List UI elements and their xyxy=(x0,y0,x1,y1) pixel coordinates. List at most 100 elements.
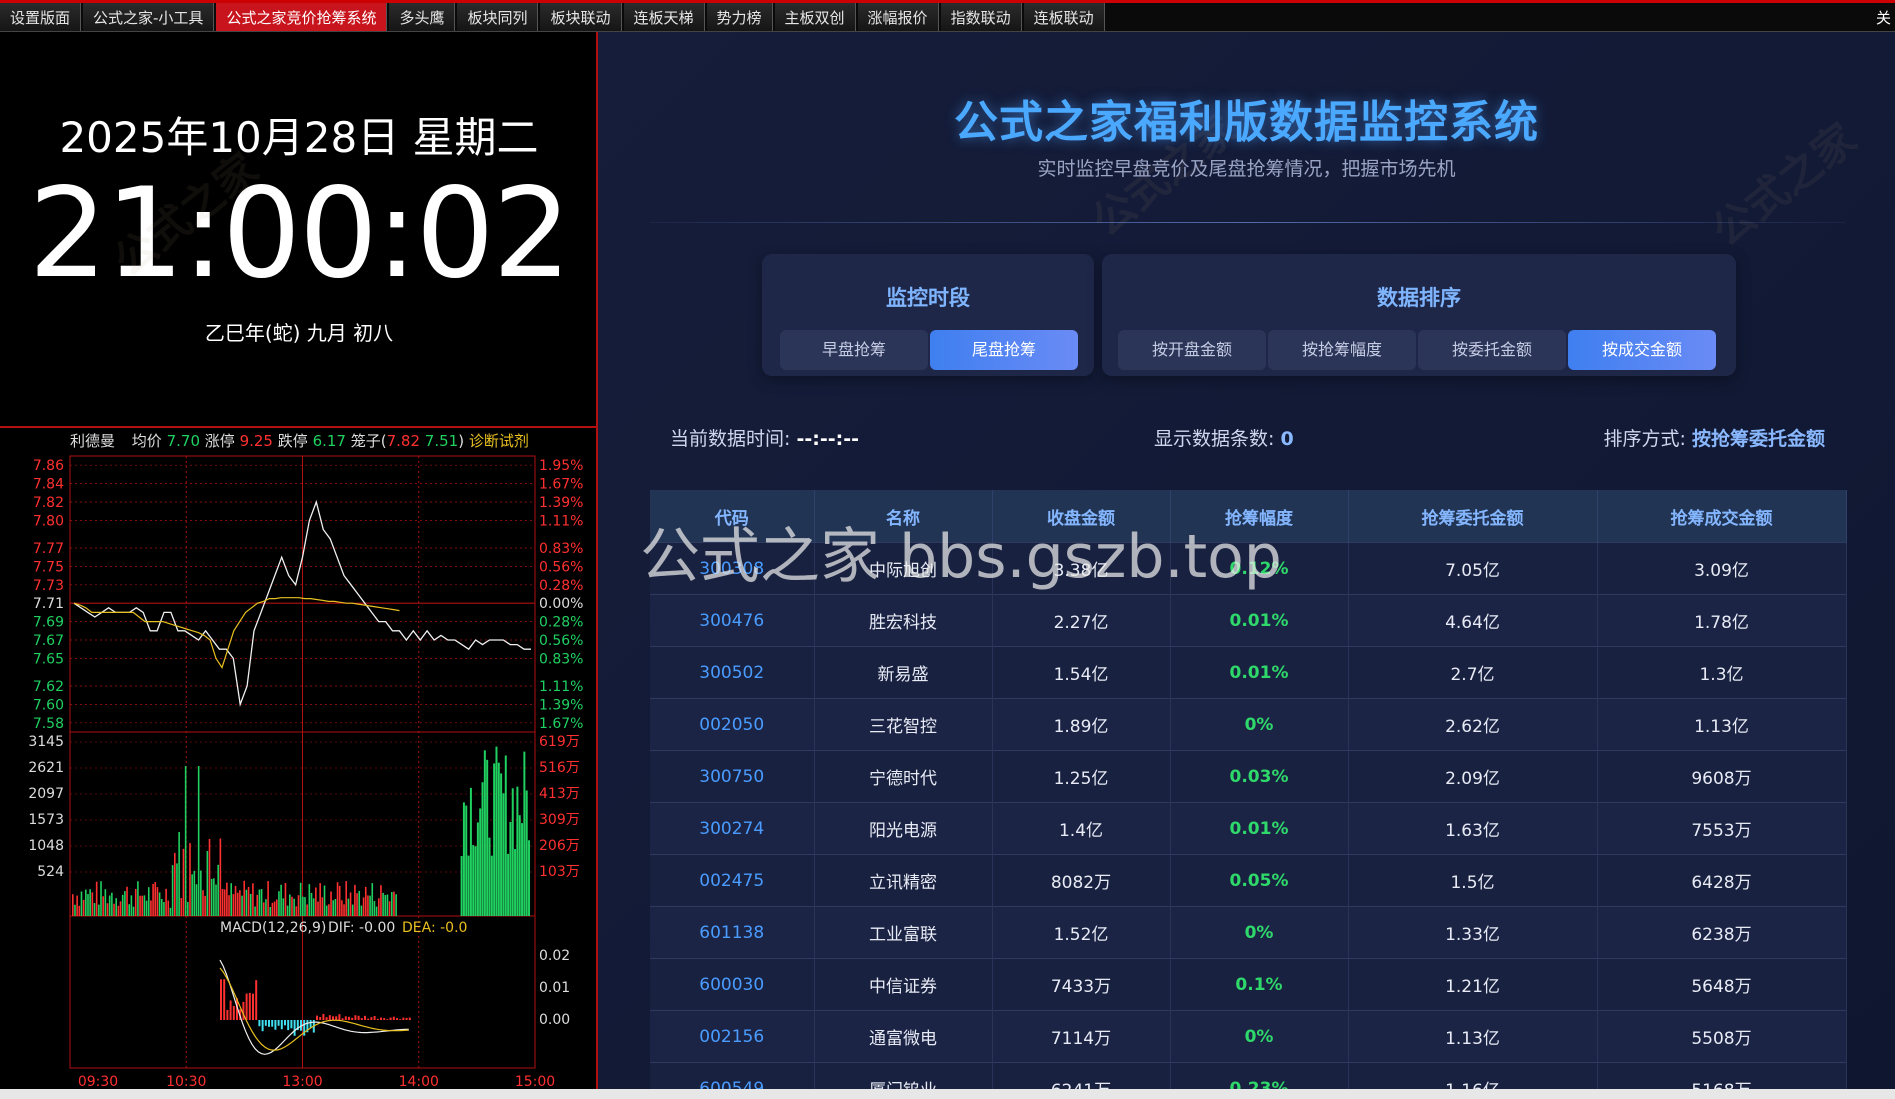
volume-bar xyxy=(87,894,89,916)
volume-bar xyxy=(377,898,380,916)
table-row[interactable]: 300476 胜宏科技 2.27亿 0.01% 4.64亿 1.78亿 xyxy=(650,594,1847,647)
macd-bar xyxy=(405,1017,408,1020)
macd-bar xyxy=(252,993,254,1020)
volume-bar xyxy=(284,882,287,916)
tab-tools[interactable]: 公式之家-小工具 xyxy=(83,3,215,31)
volume-bar xyxy=(156,887,159,916)
price-tick-label: 7.60 xyxy=(33,697,64,713)
tab-layout-settings[interactable]: 设置版面 xyxy=(0,3,82,31)
sort-box: 数据排序 按开盘金额 按抢筹幅度 按委托金额 按成交金额 xyxy=(1102,254,1736,376)
cell-code[interactable]: 002050 xyxy=(650,698,815,751)
table-row[interactable]: 300502 新易盛 1.54亿 0.01% 2.7亿 1.3亿 xyxy=(650,646,1847,699)
table-row[interactable]: 002475 立讯精密 8082万 0.05% 1.5亿 6428万 xyxy=(650,854,1847,907)
macd-bar xyxy=(223,979,226,1020)
cell-close-amount: 1.89亿 xyxy=(992,698,1171,751)
tab-index-link[interactable]: 指数联动 xyxy=(940,3,1022,31)
intraday-chart-panel[interactable]: 利德曼 均价 7.70 涨停 9.25 跌停 6.17 笼子(7.82 7.51… xyxy=(0,426,598,1089)
volume-bar xyxy=(169,907,172,916)
pct-tick-label: 0.83% xyxy=(539,541,583,557)
volume-bar xyxy=(500,773,503,916)
volume-bar xyxy=(504,755,507,916)
column-header-trade-amount[interactable]: 抢筹成交金额 xyxy=(1597,490,1847,543)
volume-bar xyxy=(245,889,248,916)
cell-trade-amount: 7553万 xyxy=(1597,802,1847,855)
macd-bar xyxy=(284,1020,286,1026)
cell-code[interactable]: 300308 xyxy=(650,542,815,595)
column-header-name[interactable]: 名称 xyxy=(814,490,993,543)
tab-sector-link[interactable]: 板块联动 xyxy=(540,3,622,31)
volume-bar xyxy=(126,886,128,916)
table-row[interactable]: 002156 通富微电 7114万 0% 1.13亿 5508万 xyxy=(650,1010,1847,1063)
cell-code[interactable]: 300274 xyxy=(650,802,815,855)
cell-code[interactable]: 300476 xyxy=(650,594,815,647)
table-row[interactable]: 600549厦门钨业6241万0.23%1.16亿5168万 xyxy=(650,1062,1847,1089)
tab-sector-list[interactable]: 板块同列 xyxy=(457,3,539,31)
cell-code[interactable]: 300750 xyxy=(650,750,815,803)
volume-bar xyxy=(395,894,397,916)
volume-bar xyxy=(481,782,484,916)
volume-bar xyxy=(373,901,376,916)
pct-tick-label: 0.56% xyxy=(539,559,583,575)
volume-bar xyxy=(247,886,250,916)
volume-bar xyxy=(384,895,387,916)
table-row[interactable]: 300274 阳光电源 1.4亿 0.01% 1.63亿 7553万 xyxy=(650,802,1847,855)
column-header-order-amount[interactable]: 抢筹委托金额 xyxy=(1348,490,1598,543)
volume-bar xyxy=(269,907,272,916)
page-subtitle: 实时监控早盘竞价及尾盘抢筹情况，把握市场先机 xyxy=(1037,158,1456,180)
cell-name: 中信证券 xyxy=(814,958,993,1011)
cell-code[interactable]: 300502 xyxy=(650,646,815,699)
cell-name: 阳光电源 xyxy=(814,802,993,855)
closing-grab-button[interactable]: 尾盘抢筹 xyxy=(930,330,1078,370)
morning-grab-button[interactable]: 早盘抢筹 xyxy=(780,330,928,370)
volume-bar xyxy=(369,895,371,916)
volume-bar xyxy=(358,890,361,916)
column-header-close-amount[interactable]: 收盘金额 xyxy=(992,490,1171,543)
table-row[interactable]: 002050 三花智控 1.89亿 0% 2.62亿 1.13亿 xyxy=(650,698,1847,751)
macd-bar xyxy=(364,1015,366,1020)
cell-close-amount: 7433万 xyxy=(992,958,1171,1011)
sort-by-open-amount-button[interactable]: 按开盘金额 xyxy=(1118,330,1266,370)
sort-by-trade-amount-button[interactable]: 按成交金额 xyxy=(1568,330,1716,370)
cell-code[interactable]: 600030 xyxy=(650,958,815,1011)
volume-bar xyxy=(278,891,280,916)
cell-code[interactable]: 601138 xyxy=(650,906,815,959)
macd-bar xyxy=(322,1013,325,1020)
cell-code[interactable]: 002156 xyxy=(650,1010,815,1063)
volume-bar xyxy=(147,887,150,916)
macd-dif-label: DIF: -0.00 xyxy=(328,920,395,936)
price-tick-label: 7.75 xyxy=(33,559,64,575)
cell-code[interactable]: 600549 xyxy=(650,1062,815,1089)
tab-gain-quote[interactable]: 涨幅报价 xyxy=(857,3,939,31)
sort-by-order-amount-button[interactable]: 按委托金额 xyxy=(1418,330,1566,370)
macd-dea-label: DEA: -0.0 xyxy=(402,920,467,936)
tab-power-rank[interactable]: 势力榜 xyxy=(706,3,773,31)
volume-bar xyxy=(223,889,226,916)
macd-bar xyxy=(376,1018,379,1020)
macd-bar xyxy=(280,1020,283,1030)
table-row[interactable]: 300308 中际旭创 3.38亿 0.12% 7.05亿 3.09亿 xyxy=(650,542,1847,595)
price-tick-label: 7.73 xyxy=(33,578,64,594)
volume-bar xyxy=(525,790,528,916)
sort-by-grab-pct-button[interactable]: 按抢筹幅度 xyxy=(1268,330,1416,370)
volume-bar xyxy=(490,855,493,916)
tab-limit-ladder[interactable]: 连板天梯 xyxy=(623,3,705,31)
volume-bar xyxy=(319,883,321,916)
price-tick-label: 7.58 xyxy=(33,716,64,732)
column-header-grab-pct[interactable]: 抢筹幅度 xyxy=(1170,490,1349,543)
volume-bar xyxy=(252,883,254,916)
macd-bar xyxy=(396,1018,398,1020)
volume-bar xyxy=(113,903,115,916)
tab-consecutive-link[interactable]: 连板联动 xyxy=(1023,3,1105,31)
macd-bar xyxy=(399,1019,402,1020)
table-row[interactable]: 601138 工业富联 1.52亿 0% 1.33亿 6238万 xyxy=(650,906,1847,959)
column-header-code[interactable]: 代码 xyxy=(650,490,815,543)
tab-bull-eagle[interactable]: 多头鹰 xyxy=(389,3,456,31)
tab-main-dual[interactable]: 主板双创 xyxy=(774,3,856,31)
table-row[interactable]: 300750 宁德时代 1.25亿 0.03% 2.09亿 9608万 xyxy=(650,750,1847,803)
volume-bar xyxy=(375,906,378,916)
cell-code[interactable]: 002475 xyxy=(650,854,815,907)
close-button[interactable]: 关 xyxy=(1876,7,1891,28)
tab-auction-system[interactable]: 公式之家竞价抢筹系统 xyxy=(216,3,388,31)
table-row[interactable]: 600030 中信证券 7433万 0.1% 1.21亿 5648万 xyxy=(650,958,1847,1011)
volume-bar xyxy=(516,786,519,916)
